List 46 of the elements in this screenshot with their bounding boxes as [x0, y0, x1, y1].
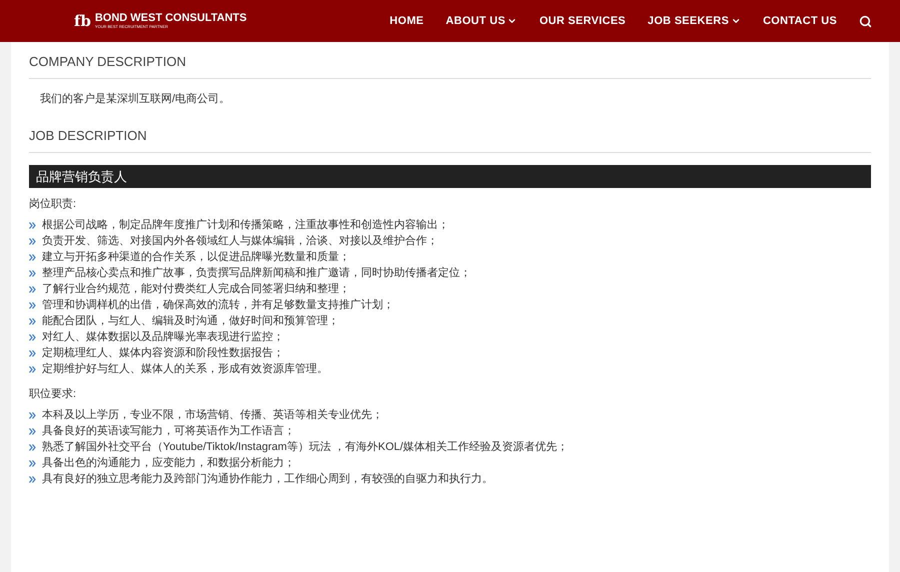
caret-icon — [730, 16, 741, 26]
list-item: 建立与开拓多种渠道的合作关系，以促进品牌曝光数量和质量； — [42, 250, 350, 266]
search-icon[interactable] — [859, 14, 872, 28]
double-chevron-icon — [29, 350, 36, 357]
list-item: 能配合团队，与红人、编辑及时沟通，做好时间和预算管理； — [42, 314, 339, 330]
double-chevron-icon — [29, 412, 36, 418]
double-chevron-icon — [29, 366, 36, 373]
nav-link[interactable]: HOME — [390, 12, 424, 30]
list-item: 具备出色的沟通能力，应变能力，和数据分析能力； — [42, 456, 295, 471]
job-title-bar: 品牌营销负责人 — [29, 164, 871, 188]
list-item: 整理产品核心卖点和推广故事，负责撰写品牌新闻稿和推广邀请，同时协助传播者定位； — [42, 266, 471, 282]
nav-link[interactable]: JOB SEEKERS — [648, 12, 741, 30]
list-item: 定期维护好与红人、媒体人的关系，形成有效资源库管理。 — [42, 362, 328, 378]
list-item: 根据公司战略，制定品牌年度推广计划和传播策略，注重故事性和创造性内容输出； — [42, 218, 449, 234]
list-item: 熟悉了解国外社交平台（Youtube/Tiktok/Instagram等）玩法 ，有海外KOL/媒体相关工作经验及资源者优先； — [42, 440, 568, 455]
double-chevron-icon — [29, 270, 36, 277]
list-item: 具有良好的独立思考能力及跨部门沟通协作能力，工作细心周到，有较强的自驱力和执行力。 — [42, 472, 493, 487]
double-chevron-icon — [29, 318, 36, 325]
double-chevron-icon — [29, 222, 36, 229]
logo-mark: fb — [74, 14, 91, 28]
nav-link[interactable]: CONTACT US — [762, 12, 837, 30]
nav-link[interactable]: ABOUT US — [446, 12, 518, 30]
brand-name: BOND WEST CONSULTANTS — [94, 13, 247, 24]
double-chevron-icon — [29, 428, 36, 434]
company-text: 我们的客户是某深圳互联网/电商公司。 — [40, 92, 232, 106]
list-item: 本科及以上学历，专业不限，市场营销、传播、英语等相关专业优先； — [42, 408, 383, 423]
double-chevron-icon — [29, 254, 36, 261]
double-chevron-icon — [29, 460, 36, 466]
list-item: 负责开发、筛选、对接国内外各领域红人与媒体编辑，洽谈、对接以及维护合作； — [42, 234, 438, 250]
list-item: 具备良好的英语读写能力，可将英语作为工作语言； — [42, 424, 295, 439]
caret-icon — [507, 16, 518, 26]
nav-link[interactable]: OUR SERVICES — [539, 12, 626, 30]
section-heading: COMPANY DESCRIPTION — [29, 52, 871, 78]
double-chevron-icon — [29, 334, 36, 341]
list-item: 对红人、媒体数据以及品牌曝光率表现进行监控； — [42, 330, 284, 346]
list-item: 定期梳理红人、媒体内容资源和阶段性数据报告； — [42, 346, 284, 362]
section-heading: JOB DESCRIPTION — [29, 126, 871, 152]
double-chevron-icon — [29, 476, 36, 482]
list-item: 了解行业合约规范，能对付费类红人完成合同签署归纳和整理； — [42, 282, 350, 298]
double-chevron-icon — [29, 238, 36, 245]
double-chevron-icon — [29, 302, 36, 309]
double-chevron-icon — [29, 444, 36, 450]
list-heading: 岗位职责: — [29, 196, 78, 212]
list-heading: 职位要求: — [29, 386, 78, 402]
double-chevron-icon — [29, 286, 36, 293]
list-item: 管理和协调样机的出借，确保高效的流转，并有足够数量支持推广计划； — [42, 298, 394, 314]
